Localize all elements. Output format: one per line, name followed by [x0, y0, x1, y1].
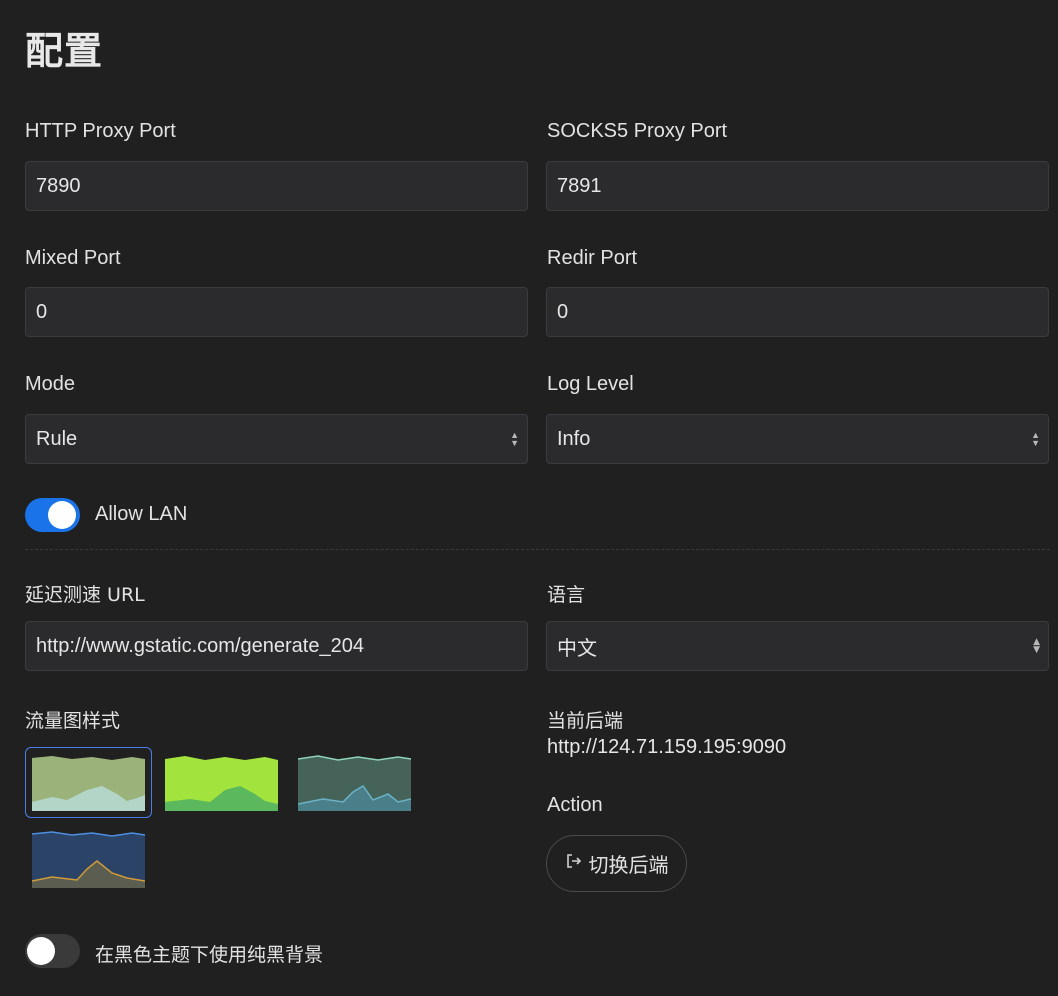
http-port-input[interactable]: 7890: [25, 161, 528, 211]
select-arrows-icon: ▲ ▼: [510, 430, 519, 448]
redir-port-label: Redir Port: [547, 247, 638, 269]
http-port-label: HTTP Proxy Port: [25, 120, 176, 142]
toggle-knob: [48, 501, 76, 529]
log-level-select[interactable]: Info ▲ ▼: [546, 414, 1049, 464]
socks-port-label: SOCKS5 Proxy Port: [547, 120, 728, 142]
mode-select[interactable]: Rule ▲ ▼: [25, 414, 528, 464]
latency-url-input[interactable]: http://www.gstatic.com/generate_204: [25, 621, 528, 671]
traffic-style-option-4[interactable]: [32, 831, 145, 888]
latency-url-label: 延迟测速 URL: [25, 584, 145, 606]
allow-lan-toggle[interactable]: [25, 498, 80, 532]
current-backend-label: 当前后端: [547, 710, 624, 732]
language-select[interactable]: 中文 ▲ ▼: [546, 621, 1049, 671]
traffic-style-option-1[interactable]: [32, 754, 145, 811]
settings-page: 配置 HTTP Proxy Port 7890 SOCKS5 Proxy Por…: [0, 0, 1058, 996]
switch-backend-button[interactable]: 切换后端: [546, 835, 687, 892]
select-arrows-icon: ▲ ▼: [1031, 430, 1040, 448]
log-level-label: Log Level: [547, 373, 634, 395]
page-title: 配置: [25, 29, 104, 73]
log-level-selected-value: Info: [557, 427, 591, 450]
mode-selected-value: Rule: [36, 427, 78, 450]
mixed-port-label: Mixed Port: [25, 247, 121, 269]
section-divider: [25, 549, 1050, 550]
toggle-knob: [27, 937, 55, 965]
switch-backend-label: 切换后端: [588, 853, 669, 877]
current-backend-url: http://124.71.159.195:9090: [547, 736, 787, 758]
traffic-style-option-3[interactable]: [298, 754, 411, 811]
language-selected-value: 中文: [557, 635, 597, 660]
socks-port-input[interactable]: 7891: [546, 161, 1049, 211]
mode-label: Mode: [25, 373, 76, 395]
mixed-port-input[interactable]: 0: [25, 287, 528, 337]
action-label: Action: [547, 794, 603, 816]
pure-black-label: 在黑色主题下使用纯黑背景: [95, 944, 324, 966]
traffic-style-option-2[interactable]: [165, 754, 278, 811]
redir-port-input[interactable]: 0: [546, 287, 1049, 337]
traffic-style-label: 流量图样式: [25, 710, 121, 732]
language-label: 语言: [547, 584, 586, 606]
logout-arrow-icon: [565, 852, 583, 875]
allow-lan-label: Allow LAN: [95, 503, 188, 525]
select-arrows-icon: ▲ ▼: [1033, 637, 1040, 655]
pure-black-toggle[interactable]: [25, 934, 80, 968]
